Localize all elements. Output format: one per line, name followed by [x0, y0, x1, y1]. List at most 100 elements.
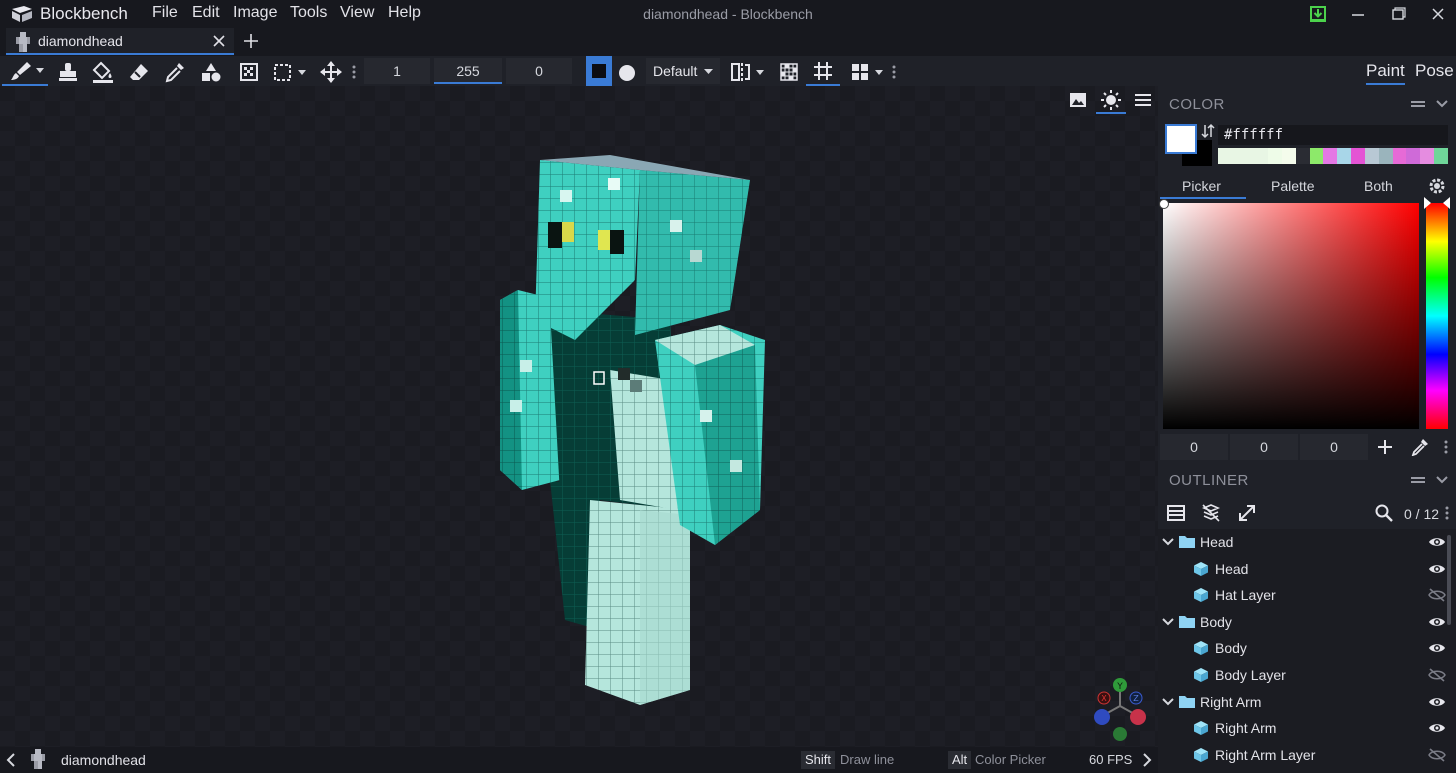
image-view-icon[interactable] [1068, 90, 1088, 110]
mode-paint-tab[interactable]: Paint [1366, 61, 1405, 85]
collapse-chevron-icon[interactable] [1436, 475, 1448, 485]
recent-color-swatch[interactable] [1434, 148, 1448, 164]
brush-size-input[interactable]: 1 [364, 58, 430, 84]
update-download-icon[interactable] [1308, 4, 1328, 24]
eye-icon[interactable] [1428, 695, 1446, 709]
player-skin-model[interactable] [490, 150, 790, 720]
outliner-cube-row[interactable]: Hat Layer [1158, 582, 1456, 608]
toggle-visibility-icon[interactable] [1201, 503, 1221, 523]
chevron-left-icon[interactable] [6, 753, 16, 767]
add-color-icon[interactable] [1377, 439, 1393, 455]
clone-stamp-icon[interactable] [57, 61, 79, 83]
square-brush-shape-button[interactable] [586, 56, 612, 86]
collapse-chevron-icon[interactable] [1436, 99, 1448, 109]
shape-tool-icon[interactable] [200, 61, 222, 83]
tab-palette[interactable]: Palette [1271, 178, 1315, 194]
eye-icon[interactable] [1428, 535, 1446, 549]
outliner-cube-row[interactable]: Right Arm [1158, 715, 1456, 741]
recent-color-swatch[interactable] [1364, 148, 1379, 164]
eye-off-icon[interactable] [1428, 748, 1446, 762]
outliner-group-row[interactable]: Body [1158, 609, 1456, 635]
outliner-cube-row[interactable]: Body Layer [1158, 662, 1456, 688]
chevron-down-icon[interactable] [1162, 537, 1174, 547]
tab-both[interactable]: Both [1364, 178, 1393, 194]
recent-color-swatch[interactable] [1295, 148, 1310, 164]
panel-menu-icon[interactable] [1410, 474, 1426, 486]
gear-icon[interactable] [1427, 176, 1447, 196]
gradient-tool-icon[interactable] [238, 61, 260, 83]
tab-picker[interactable]: Picker [1182, 178, 1221, 194]
maximize-icon[interactable] [1388, 4, 1408, 24]
outliner-cube-row[interactable]: Head [1158, 556, 1456, 582]
expand-icon[interactable] [1237, 503, 1257, 523]
more-options-icon[interactable] [1443, 439, 1449, 455]
layout-icon[interactable] [850, 61, 888, 83]
toolbar-drag-handle-icon[interactable] [351, 61, 357, 83]
brush-softness-input[interactable]: 0 [506, 58, 572, 84]
panel-menu-icon[interactable] [1410, 98, 1426, 110]
lock-alpha-icon[interactable] [778, 61, 800, 83]
recent-color-swatch[interactable] [1337, 148, 1352, 164]
main-color-swatch[interactable] [1165, 124, 1197, 154]
outliner-cube-row[interactable]: Body [1158, 635, 1456, 661]
tab-diamondhead[interactable]: diamondhead [6, 28, 234, 55]
eye-icon[interactable] [1428, 641, 1446, 655]
selection-tool-icon[interactable] [272, 61, 308, 83]
blend-mode-select[interactable]: Default [646, 58, 720, 84]
eraser-icon[interactable] [128, 61, 150, 83]
chevron-down-icon[interactable] [1162, 617, 1174, 627]
outliner-group-row[interactable]: Head [1158, 529, 1456, 555]
eye-off-icon[interactable] [1428, 588, 1446, 602]
red-input[interactable]: 0 [1160, 434, 1228, 460]
outliner-group-row[interactable]: Right Arm [1158, 689, 1456, 715]
color-picker-icon[interactable] [164, 61, 186, 83]
mode-pose-tab[interactable]: Pose [1415, 61, 1454, 81]
toolbar-drag-handle-icon[interactable] [891, 61, 897, 83]
lighting-toggle[interactable] [1096, 86, 1126, 114]
eyedropper-icon[interactable] [1411, 438, 1429, 456]
recent-color-swatch[interactable] [1309, 148, 1324, 164]
recent-color-swatch[interactable] [1378, 148, 1393, 164]
orientation-gizmo[interactable]: Y X Z [1090, 676, 1150, 742]
more-options-icon[interactable] [1444, 505, 1450, 521]
pixel-grid-toggle[interactable] [806, 56, 840, 86]
recent-color-swatch[interactable] [1351, 148, 1365, 164]
new-tab-icon[interactable] [242, 32, 260, 50]
chevron-down-icon[interactable] [1162, 697, 1174, 707]
recent-color-swatch[interactable] [1406, 148, 1421, 164]
close-tab-icon[interactable] [212, 34, 226, 48]
add-group-icon[interactable] [1166, 503, 1186, 523]
brush-opacity-input[interactable]: 255 [434, 58, 502, 84]
hex-color-input[interactable]: #ffffff [1218, 125, 1448, 145]
eye-icon[interactable] [1428, 615, 1446, 629]
brush-tool[interactable] [2, 56, 48, 86]
recent-color-swatch[interactable] [1218, 148, 1268, 164]
minimize-icon[interactable] [1348, 4, 1368, 24]
sv-handle[interactable] [1159, 199, 1169, 209]
chevron-right-icon[interactable] [1142, 753, 1152, 767]
recent-color-swatch[interactable] [1281, 148, 1296, 164]
green-input[interactable]: 0 [1230, 434, 1298, 460]
blue-input[interactable]: 0 [1300, 434, 1368, 460]
mirror-painting-icon[interactable] [730, 61, 768, 83]
hue-slider[interactable] [1426, 203, 1448, 429]
close-window-icon[interactable] [1428, 4, 1448, 24]
sun-icon [1101, 90, 1121, 110]
recent-colors-palette[interactable] [1218, 148, 1448, 164]
saturation-value-picker[interactable] [1163, 203, 1419, 429]
search-icon[interactable] [1374, 503, 1394, 523]
eye-icon[interactable] [1428, 721, 1446, 735]
recent-color-swatch[interactable] [1268, 148, 1282, 164]
viewport-menu-icon[interactable] [1134, 91, 1152, 109]
recent-color-swatch[interactable] [1323, 148, 1338, 164]
outliner-cube-row[interactable]: Right Arm Layer [1158, 742, 1456, 768]
eye-icon[interactable] [1428, 562, 1446, 576]
eye-off-icon[interactable] [1428, 668, 1446, 682]
hue-handle[interactable] [1423, 197, 1451, 209]
round-brush-shape-icon[interactable] [617, 62, 637, 84]
recent-color-swatch[interactable] [1392, 148, 1407, 164]
move-icon[interactable] [320, 61, 342, 83]
recent-color-swatch[interactable] [1420, 148, 1435, 164]
swap-colors-icon[interactable] [1201, 123, 1215, 139]
fill-bucket-icon[interactable] [92, 61, 114, 83]
